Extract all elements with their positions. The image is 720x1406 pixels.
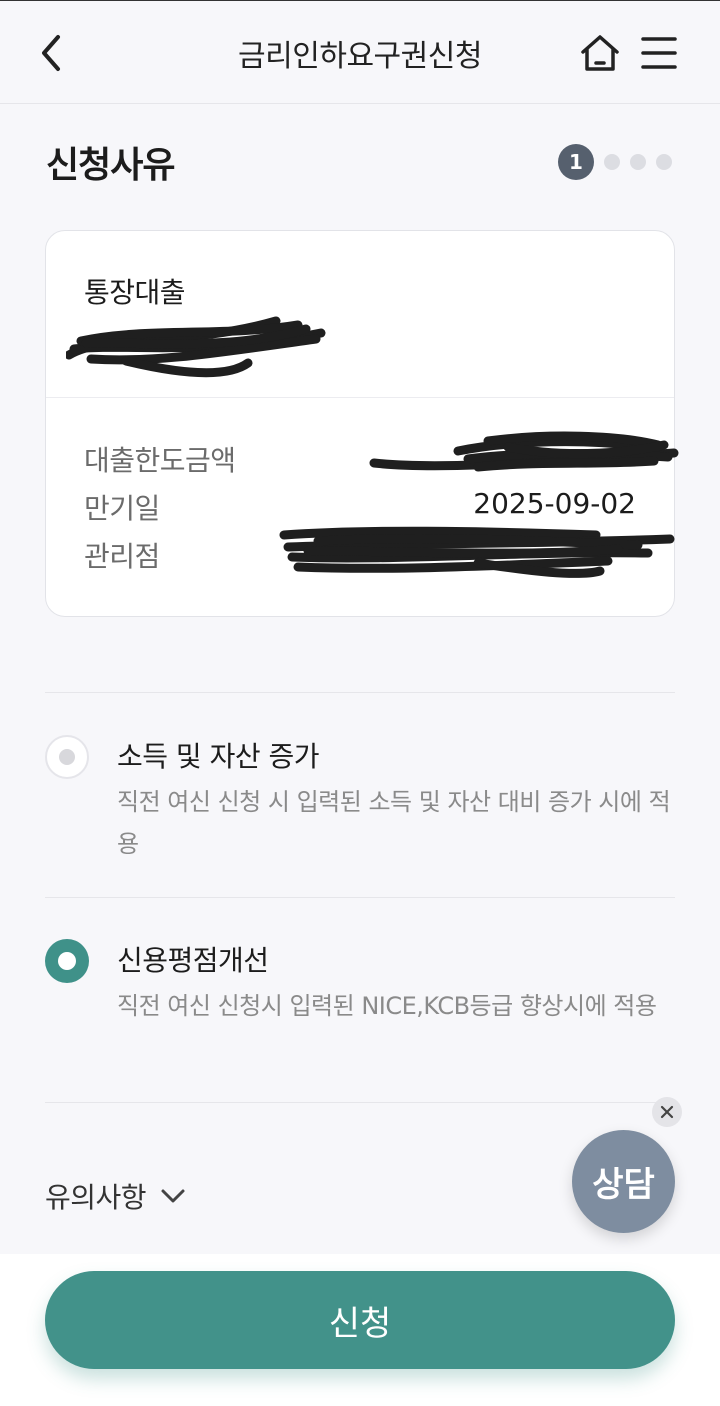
redaction-scribble (279, 526, 675, 578)
consult-close-button[interactable] (652, 1097, 682, 1127)
branch-label: 관리점 (84, 540, 160, 573)
divider (45, 1102, 675, 1103)
step-dot (656, 154, 672, 170)
step-current: 1 (558, 144, 594, 180)
maturity-date-label: 만기일 (84, 492, 160, 525)
step-dot (630, 154, 646, 170)
redaction-scribble (369, 431, 679, 472)
option-description: 직전 여신 신청 시 입력된 소득 및 자산 대비 증가 시에 적용 (117, 788, 671, 858)
consult-button[interactable]: 상담 (572, 1130, 675, 1233)
step-dot (604, 154, 620, 170)
radio-selected[interactable] (45, 939, 89, 983)
home-button[interactable] (578, 33, 622, 73)
redaction-scribble (66, 316, 326, 378)
loan-info-card: 통장대출 대출한도금액 만기일 2025-09-02 관리점 (45, 230, 679, 617)
menu-button[interactable] (640, 35, 678, 71)
loan-type: 통장대출 (84, 276, 186, 309)
step-indicator: 1 (558, 144, 672, 180)
apply-button[interactable]: 신청 (45, 1271, 675, 1369)
close-icon (660, 1105, 674, 1119)
hamburger-menu-icon (641, 37, 677, 69)
maturity-date-value: 2025-09-02 (473, 487, 636, 520)
radio-unselected[interactable] (45, 735, 89, 779)
option-title: 신용평점개선 (117, 944, 269, 977)
card-divider (46, 397, 674, 398)
chevron-down-icon (161, 1189, 185, 1203)
option-description: 직전 여신 신청시 입력된 NICE,KCB등급 향상시에 적용 (117, 992, 657, 1020)
option-title: 소득 및 자산 증가 (117, 740, 320, 773)
notice-label: 유의사항 (45, 1181, 147, 1214)
notice-toggle[interactable]: 유의사항 (45, 1176, 186, 1216)
divider (45, 692, 675, 693)
section-title: 신청사유 (46, 145, 175, 186)
divider (45, 897, 675, 898)
home-icon (581, 35, 619, 71)
credit-limit-label: 대출한도금액 (84, 444, 236, 477)
top-bar: 금리인하요구권신청 (0, 0, 720, 104)
